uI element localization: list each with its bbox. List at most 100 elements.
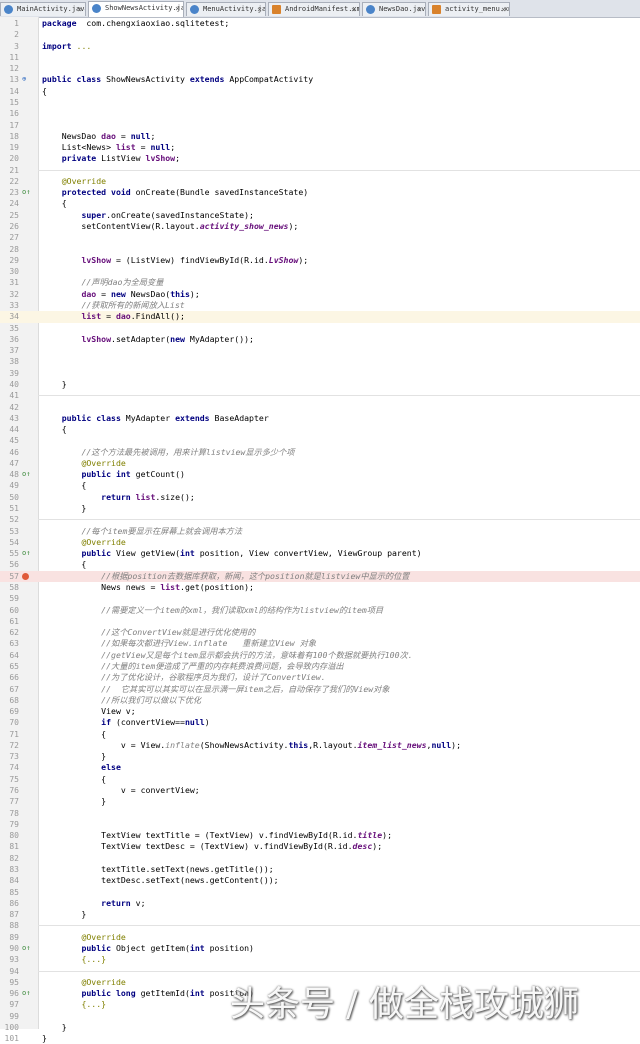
code-line[interactable]: 50 return list.size(); xyxy=(0,492,640,503)
tab-menuactivity-java[interactable]: MenuActivity.java× xyxy=(186,2,266,16)
code-line[interactable]: 87 } xyxy=(0,909,640,920)
code-line[interactable]: 36 lvShow.setAdapter(new MyAdapter()); xyxy=(0,334,640,345)
code-line[interactable]: 65 //大量的item便造成了严重的内存耗费浪费问题，会导致内存溢出 xyxy=(0,661,640,672)
code-line[interactable]: 25 super.onCreate(savedInstanceState); xyxy=(0,210,640,221)
code-line[interactable]: 35 xyxy=(0,323,640,334)
breakpoint-icon[interactable] xyxy=(22,572,29,580)
code-line[interactable]: 42 xyxy=(0,402,640,413)
close-tab-icon[interactable]: × xyxy=(351,3,356,16)
code-line[interactable]: 1 package com.chengxiaoxiao.sqlitetest; xyxy=(0,18,640,29)
code-line[interactable]: 30 xyxy=(0,266,640,277)
code-line[interactable]: 74 else xyxy=(0,762,640,773)
code-line[interactable]: 57 //根据position去数据库获取，新闻，这个position就是lis… xyxy=(0,570,640,582)
code-line[interactable]: 101} xyxy=(0,1033,640,1044)
code-line[interactable]: 54 @Override xyxy=(0,537,640,548)
code-line[interactable]: 85 xyxy=(0,887,640,898)
code-line[interactable]: 38 xyxy=(0,356,640,367)
override-icon[interactable]: o↑ xyxy=(22,471,30,478)
code-line[interactable]: 29 lvShow = (ListView) findViewById(R.id… xyxy=(0,255,640,266)
code-line[interactable]: 86 return v; xyxy=(0,898,640,909)
code-line[interactable]: 39 xyxy=(0,368,640,379)
code-line[interactable]: 56 { xyxy=(0,559,640,570)
code-line[interactable]: 32 dao = new NewsDao(this); xyxy=(0,289,640,300)
code-line[interactable]: 80 TextView textTitle = (TextView) v.fin… xyxy=(0,830,640,841)
override-icon[interactable]: o↑ xyxy=(22,189,30,196)
code-line[interactable]: 66 //为了优化设计，谷歌程序员为我们，设计了ConvertView. xyxy=(0,672,640,683)
code-line[interactable]: 46 //这个方法最先被调用，用来计算listview显示多少个项 xyxy=(0,447,640,458)
code-line[interactable]: 61 xyxy=(0,616,640,627)
code-line[interactable]: 84 textDesc.setText(news.getContent()); xyxy=(0,875,640,886)
code-line[interactable]: 45 xyxy=(0,435,640,446)
tab-mainactivity-java[interactable]: MainActivity.java × xyxy=(0,2,86,16)
code-line[interactable]: 28 xyxy=(0,244,640,255)
code-line[interactable]: 12 xyxy=(0,63,640,74)
code-line[interactable]: 34 list = dao.FindAll(); xyxy=(0,311,640,323)
code-line[interactable]: 49 { xyxy=(0,480,640,491)
tab-androidmanifest-xml[interactable]: AndroidManifest.xml × xyxy=(268,2,360,16)
code-line[interactable]: 55 o↑ public View getView(int position, V… xyxy=(0,548,640,559)
code-line[interactable]: 77 } xyxy=(0,796,640,807)
code-line[interactable]: 18 NewsDao dao = null; xyxy=(0,131,640,142)
code-line[interactable]: 67 // 它其实可以其实可以在显示满一屏item之后，自动保存了我们的View… xyxy=(0,684,640,695)
code-line[interactable]: 17 xyxy=(0,120,640,131)
code-line[interactable]: 83 textTitle.setText(news.getTitle()); xyxy=(0,864,640,875)
code-line[interactable]: 62 //这个ConvertView就是进行优化使用的 xyxy=(0,627,640,638)
code-line[interactable]: 64 //getView又是每个item显示都会执行的方法，意味着有100个数据… xyxy=(0,650,640,661)
code-line[interactable]: 90 o↑ public Object getItem(int position) xyxy=(0,943,640,954)
code-line[interactable]: 59 xyxy=(0,593,640,604)
override-icon[interactable]: o↑ xyxy=(22,550,30,557)
override-icon[interactable]: o↑ xyxy=(22,944,30,952)
code-line[interactable]: 73 } xyxy=(0,751,640,762)
code-line[interactable]: 11 xyxy=(0,52,640,63)
code-line[interactable]: 40 } xyxy=(0,379,640,390)
code-line[interactable]: 37 xyxy=(0,345,640,356)
code-line[interactable]: 2 xyxy=(0,29,640,40)
code-line[interactable]: 13 ⊕ public class ShowNewsActivity extends… xyxy=(0,74,640,85)
code-line[interactable]: 15 xyxy=(0,97,640,108)
code-line[interactable]: 24 { xyxy=(0,198,640,209)
close-tab-icon[interactable]: × xyxy=(175,2,180,15)
code-line[interactable]: 26 setContentView(R.layout.activity_show… xyxy=(0,221,640,232)
tab-activity-menu-xml[interactable]: activity_menu.xml × xyxy=(428,2,510,16)
close-tab-icon[interactable]: × xyxy=(417,3,422,16)
code-line[interactable]: 43 public class MyAdapter extends BaseAd… xyxy=(0,413,640,424)
override-icon[interactable]: o↑ xyxy=(22,990,30,997)
code-line[interactable]: 93 {...} xyxy=(0,954,640,965)
code-line[interactable]: 16 xyxy=(0,108,640,119)
code-line[interactable]: 69 View v; xyxy=(0,706,640,717)
close-tab-icon[interactable]: × xyxy=(257,3,262,16)
code-line[interactable]: 60 //需要定义一个item的xml，我们读取xml的结构作为listview… xyxy=(0,605,640,616)
code-line[interactable]: 79 xyxy=(0,819,640,830)
code-line[interactable]: 14 { xyxy=(0,86,640,97)
code-line[interactable]: 27 xyxy=(0,232,640,243)
code-line[interactable]: 82 xyxy=(0,853,640,864)
tab-newsdao-java[interactable]: NewsDao.java × xyxy=(362,2,426,16)
code-line[interactable]: 81 TextView textDesc = (TextView) v.find… xyxy=(0,841,640,852)
code-line[interactable]: 33 //获取所有的新闻放入List xyxy=(0,300,640,311)
code-line[interactable]: 76 v = convertView; xyxy=(0,785,640,796)
code-line[interactable]: 75 { xyxy=(0,774,640,785)
code-line[interactable]: 58 News news = list.get(position); xyxy=(0,582,640,593)
code-line[interactable]: 53 //每个item要显示在屏幕上就会调用本方法 xyxy=(0,526,640,537)
code-line[interactable]: 72 v = View.inflate(ShowNewsActivity.thi… xyxy=(0,740,640,751)
code-line[interactable]: 20 private ListView lvShow; xyxy=(0,153,640,164)
code-line[interactable]: 31 //声明dao为全局变量 xyxy=(0,277,640,288)
code-line[interactable]: 19 List<News> list = null; xyxy=(0,142,640,153)
code-line[interactable]: 44 { xyxy=(0,424,640,435)
close-tab-icon[interactable]: × xyxy=(501,3,506,16)
code-line[interactable]: 70 if (convertView==null) xyxy=(0,717,640,728)
code-line[interactable]: 51 } xyxy=(0,503,640,514)
code-line[interactable]: 63 //如果每次都进行View.inflate 重新建立View 对象 xyxy=(0,638,640,649)
code-line[interactable]: 68 //所以我们可以做以下优化 xyxy=(0,695,640,706)
code-line[interactable]: 47 @Override xyxy=(0,458,640,469)
code-line[interactable]: 48 o↑ public int getCount() xyxy=(0,469,640,480)
code-line[interactable]: 78 xyxy=(0,808,640,819)
code-line[interactable]: 89 @Override xyxy=(0,932,640,943)
code-line[interactable]: 22 @Override xyxy=(0,176,640,187)
tab-shownewsactivity-java[interactable]: ShowNewsActivity.java× xyxy=(88,1,184,17)
implements-icon[interactable]: ⊕ xyxy=(22,76,29,83)
close-tab-icon[interactable]: × xyxy=(77,3,82,16)
code-line[interactable]: 3 import ... xyxy=(0,41,640,52)
code-line[interactable]: 23 o↑ protected void onCreate(Bundle save… xyxy=(0,187,640,198)
code-line[interactable]: 71 { xyxy=(0,729,640,740)
